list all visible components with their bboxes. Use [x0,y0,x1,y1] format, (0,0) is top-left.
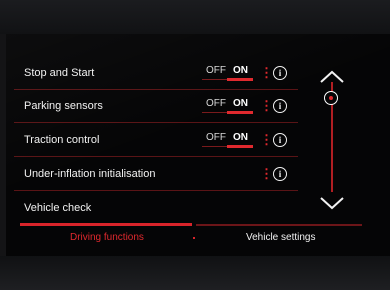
kebab-menu-icon[interactable]: ⋮ [260,66,273,80]
kebab-menu-icon[interactable]: ⋮ [260,133,273,147]
toggle-off-label: OFF [206,98,226,109]
traction-control-toggle[interactable]: OFF ON [200,130,254,148]
row-divider [14,122,298,123]
tab-driving-functions[interactable]: Driving functions [70,232,144,243]
toggle-active-indicator [227,111,253,114]
row-label-stop-start: Stop and Start [24,67,95,79]
scrollbar-thumb[interactable] [324,91,338,105]
row-label-traction-control: Traction control [24,134,100,146]
info-icon[interactable]: i [273,66,287,80]
stop-start-toggle[interactable]: OFF ON [200,63,254,81]
parking-sensors-toggle[interactable]: OFF ON [200,96,254,114]
toggle-on-label: ON [233,65,248,76]
top-bezel [0,0,390,34]
row-label-parking-sensors: Parking sensors [24,100,103,112]
tab-divider [193,237,195,239]
toggle-on-label: ON [233,98,248,109]
row-divider [14,89,298,90]
info-icon[interactable]: i [273,99,287,113]
row-label-vehicle-check[interactable]: Vehicle check [24,202,91,214]
toggle-active-indicator [227,78,253,81]
row-label-under-inflation[interactable]: Under-inflation initialisation [24,168,155,180]
toggle-off-label: OFF [206,65,226,76]
toggle-off-label: OFF [206,132,226,143]
toggle-on-label: ON [233,132,248,143]
row-divider [14,190,298,191]
tab-vehicle-settings[interactable]: Vehicle settings [246,232,316,243]
kebab-menu-icon[interactable]: ⋮ [260,99,273,113]
kebab-menu-icon[interactable]: ⋮ [260,167,273,181]
inactive-tab-indicator [196,224,362,226]
active-tab-indicator [20,223,192,226]
chevron-down-icon[interactable] [319,196,345,210]
info-icon[interactable]: i [273,133,287,147]
info-icon[interactable]: i [273,167,287,181]
row-divider [14,156,298,157]
bottom-bezel [0,256,390,290]
toggle-active-indicator [227,145,253,148]
